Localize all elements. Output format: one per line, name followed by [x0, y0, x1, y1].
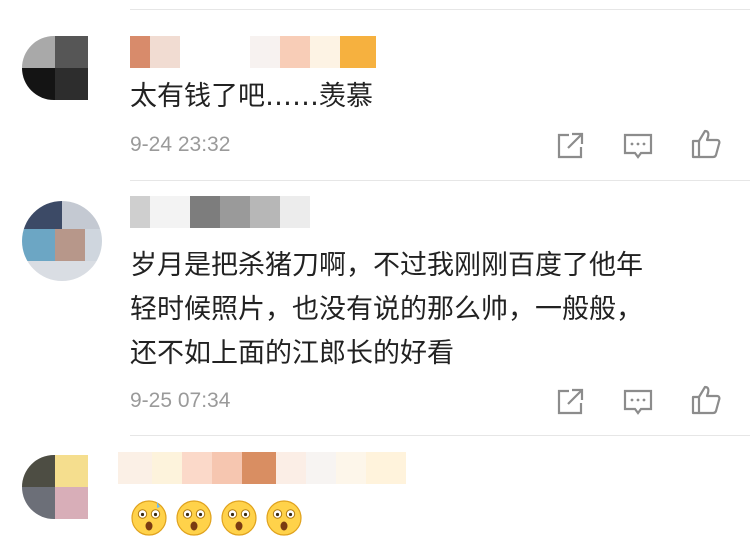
share-icon[interactable] — [553, 129, 587, 163]
divider — [130, 180, 750, 181]
comment-text-line: 轻时候照片，也没有说的那么帅，一般般， — [130, 294, 643, 325]
divider — [130, 9, 750, 10]
username-blurred[interactable] — [130, 196, 310, 228]
avatar[interactable] — [22, 455, 102, 519]
like-icon[interactable] — [689, 383, 723, 417]
reply-icon[interactable] — [621, 385, 655, 419]
avatar[interactable] — [22, 201, 102, 281]
username-blurred[interactable] — [118, 452, 408, 484]
divider — [130, 435, 750, 436]
astonished-face-icon — [220, 499, 258, 537]
avatar[interactable] — [22, 36, 102, 100]
comment-timestamp: 9-24 23:32 — [130, 133, 231, 156]
username-blurred[interactable] — [130, 36, 376, 68]
comment-timestamp: 9-25 07:34 — [130, 389, 231, 412]
astonished-face-icon — [265, 499, 303, 537]
comment-text-line: 岁月是把杀猪刀啊，不过我刚刚百度了他年 — [130, 250, 643, 281]
like-icon[interactable] — [689, 127, 723, 161]
comment-text: 太有钱了吧……羡慕 — [130, 81, 373, 112]
astonished-face-icon — [175, 499, 213, 537]
share-icon[interactable] — [553, 385, 587, 419]
reply-icon[interactable] — [621, 129, 655, 163]
astonished-face-icon — [130, 499, 168, 537]
comment-text-line: 还不如上面的江郎长的好看 — [130, 338, 454, 369]
